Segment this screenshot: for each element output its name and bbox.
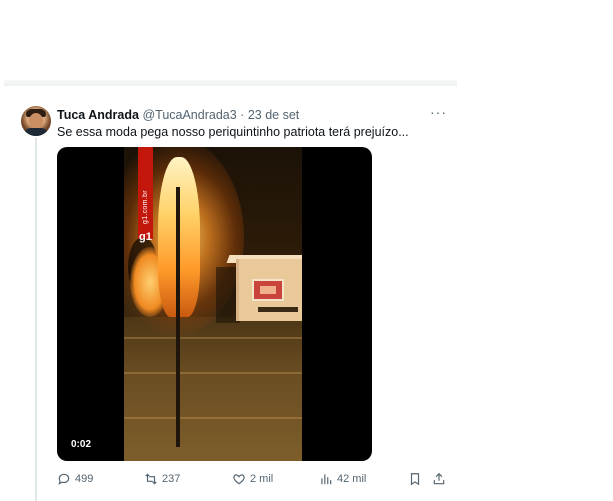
like-count: 2 mil	[250, 473, 274, 485]
video-player[interactable]: g1.com.br g1	[57, 147, 372, 461]
g1-logo: g1	[139, 231, 152, 243]
bookmark-button[interactable]	[408, 470, 426, 488]
more-horizontal-icon[interactable]: ···	[430, 105, 446, 121]
avatar[interactable]	[21, 106, 51, 136]
views-bar-chart-icon	[321, 474, 332, 485]
reply-icon	[58, 473, 70, 485]
views-count: 42 mil	[337, 473, 367, 485]
video-frame: g1.com.br g1	[124, 147, 302, 461]
tweet-actions: 499 237 2 mil 42 mil	[57, 470, 447, 490]
lamp-pole	[176, 187, 180, 447]
separator-dot: ·	[240, 108, 245, 122]
video-duration: 0:02	[71, 439, 92, 450]
share-button[interactable]	[432, 470, 450, 488]
like-button[interactable]: 2 mil	[232, 470, 273, 488]
tweet-text: Se essa moda pega nosso periquintinho pa…	[57, 125, 409, 139]
author-name[interactable]: Tuca Andrada	[57, 108, 139, 122]
thread-line	[35, 138, 37, 501]
shop-sign	[252, 279, 284, 301]
author-handle[interactable]: @TucaAndrada3	[142, 108, 236, 122]
g1-watermark-site: g1.com.br	[142, 190, 149, 224]
retweet-count: 237	[162, 473, 181, 485]
retweet-button[interactable]: 237	[144, 470, 180, 488]
retweet-icon	[145, 473, 157, 485]
bookmark-icon	[410, 473, 420, 486]
views-button[interactable]: 42 mil	[319, 470, 366, 488]
tweet-date[interactable]: 23 de set	[248, 108, 299, 122]
share-icon	[433, 472, 445, 485]
tweet-header: Tuca Andrada @TucaAndrada3 · 23 de set	[57, 107, 299, 123]
heart-icon	[233, 474, 245, 485]
reply-count: 499	[75, 473, 94, 485]
reply-button[interactable]: 499	[57, 470, 93, 488]
